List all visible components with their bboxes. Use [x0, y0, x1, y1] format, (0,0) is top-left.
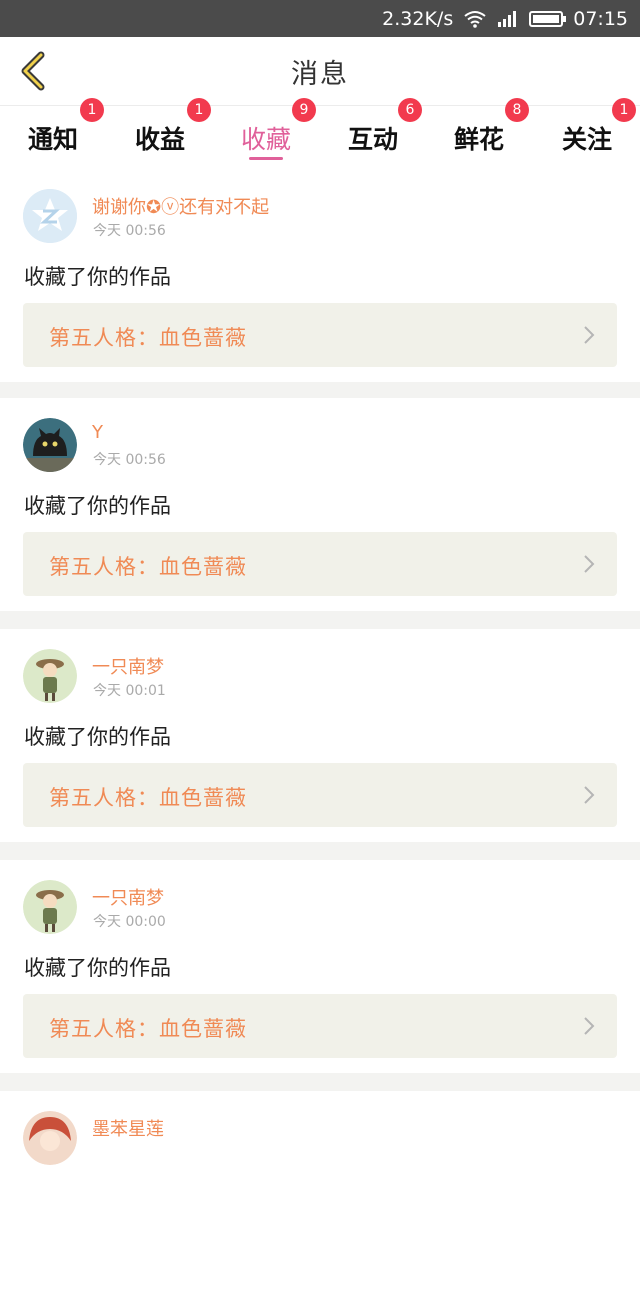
username[interactable]: Y — [92, 422, 103, 443]
work-link[interactable]: 第五人格：血色蔷薇 — [23, 994, 617, 1058]
qq-avatar-icon — [23, 189, 77, 243]
chevron-right-icon — [584, 326, 595, 344]
action-text: 收藏了你的作品 — [24, 725, 171, 749]
tab-favorites[interactable]: 收藏 9 — [221, 98, 316, 170]
tab-label: 鲜花 — [453, 125, 504, 154]
cat-avatar — [23, 418, 77, 472]
unread-badge: 1 — [187, 98, 211, 122]
work-link[interactable]: 第五人格：血色蔷薇 — [23, 303, 617, 367]
wifi-icon — [464, 10, 486, 28]
unread-badge: 8 — [505, 98, 529, 122]
tab-interactions[interactable]: 互动 6 — [328, 98, 422, 170]
chevron-right-icon — [584, 786, 595, 804]
action-text: 收藏了你的作品 — [24, 494, 171, 518]
feed-card: Y 今天 00:56 收藏了你的作品 第五人格：血色蔷薇 — [0, 398, 640, 611]
user-avatar[interactable] — [23, 880, 77, 934]
tab-earnings[interactable]: 收益 1 — [115, 98, 211, 170]
tab-label: 关注 — [561, 125, 612, 154]
chevron-right-icon — [584, 1017, 595, 1035]
action-text: 收藏了你的作品 — [24, 956, 171, 980]
username[interactable]: 一只南梦 — [92, 653, 164, 679]
status-bar: 2.32K/s 07:15 — [0, 0, 640, 37]
timestamp: 今天 00:01 — [93, 683, 166, 699]
chevron-right-icon — [584, 555, 595, 573]
girl-avatar — [23, 649, 77, 703]
back-button[interactable] — [10, 49, 54, 93]
work-link[interactable]: 第五人格：血色蔷薇 — [23, 532, 617, 596]
battery-icon — [529, 10, 567, 27]
network-speed: 2.32K/s — [382, 7, 454, 30]
timestamp: 今天 00:56 — [93, 452, 166, 468]
clock: 07:15 — [573, 7, 628, 30]
username[interactable]: 一只南梦 — [92, 884, 164, 910]
username[interactable]: 墨苯星莲 — [92, 1115, 164, 1141]
feed-card: 墨苯星莲 — [0, 1091, 640, 1304]
active-tab-indicator — [249, 157, 283, 160]
timestamp: 今天 00:00 — [93, 914, 166, 930]
tab-follows[interactable]: 关注 1 — [542, 98, 636, 170]
tab-label: 通知 — [27, 125, 78, 154]
user-avatar[interactable] — [23, 649, 77, 703]
user-avatar[interactable] — [23, 1111, 77, 1165]
work-title: 第五人格：血色蔷薇 — [49, 1017, 247, 1041]
page-title: 消息 — [291, 58, 349, 90]
action-text: 收藏了你的作品 — [24, 265, 171, 289]
tab-label: 收藏 — [240, 125, 291, 154]
user-avatar[interactable] — [23, 189, 77, 243]
unread-badge: 9 — [292, 98, 316, 122]
unread-badge: 1 — [80, 98, 104, 122]
work-title: 第五人格：血色蔷薇 — [49, 786, 247, 810]
tab-notifications[interactable]: 通知 1 — [8, 98, 104, 170]
tab-flowers[interactable]: 鲜花 8 — [434, 98, 529, 170]
feed-card: 谢谢你✪ⓥ还有对不起 今天 00:56 收藏了你的作品 第五人格：血色蔷薇 — [0, 169, 640, 382]
signal-icon — [498, 10, 517, 27]
work-link[interactable]: 第五人格：血色蔷薇 — [23, 763, 617, 827]
girl-avatar — [23, 880, 77, 934]
unread-badge: 1 — [612, 98, 636, 122]
app-header: 消息 — [0, 37, 640, 105]
anime-avatar — [23, 1111, 77, 1165]
back-arrow-icon — [21, 51, 45, 91]
feed-card: 一只南梦 今天 00:00 收藏了你的作品 第五人格：血色蔷薇 — [0, 860, 640, 1073]
tab-label: 互动 — [347, 125, 398, 154]
feed-card: 一只南梦 今天 00:01 收藏了你的作品 第五人格：血色蔷薇 — [0, 629, 640, 842]
tab-label: 收益 — [134, 125, 185, 154]
unread-badge: 6 — [398, 98, 422, 122]
timestamp: 今天 00:56 — [93, 223, 166, 239]
tab-bar: 通知 1 收益 1 收藏 9 互动 6 鲜花 8 关注 1 — [0, 98, 640, 170]
user-avatar[interactable] — [23, 418, 77, 472]
work-title: 第五人格：血色蔷薇 — [49, 555, 247, 579]
work-title: 第五人格：血色蔷薇 — [49, 326, 247, 350]
username[interactable]: 谢谢你✪ⓥ还有对不起 — [92, 193, 269, 219]
